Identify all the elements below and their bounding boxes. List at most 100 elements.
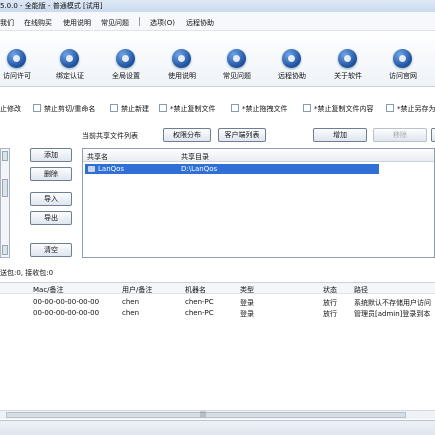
gear-icon bbox=[116, 49, 135, 68]
options-row: 止修改 禁止剪切/重命名 禁止新建 *禁止复制文件 *禁止拖拽文件 *禁止复制文… bbox=[0, 104, 435, 118]
status-bar bbox=[0, 420, 435, 435]
log-status: 放行 bbox=[323, 299, 337, 307]
menu-faq[interactable]: 常见问题 bbox=[101, 18, 129, 28]
option-no-copy-file[interactable]: *禁止复制文件 bbox=[159, 104, 216, 114]
folder-icon bbox=[88, 166, 95, 172]
log-type: 登录 bbox=[240, 310, 254, 318]
toolbar-about[interactable]: 关于软件 bbox=[323, 49, 373, 83]
toolbar-remote-assist[interactable]: 远程协助 bbox=[267, 49, 317, 83]
clear-button[interactable]: 清空 bbox=[30, 243, 72, 257]
log-header: Mac/备注 用户/备注 机器名 类型 状态 路径 bbox=[0, 283, 435, 294]
export-button[interactable]: 导出 bbox=[30, 211, 72, 225]
column-machine[interactable]: 机器名 bbox=[185, 285, 206, 295]
permission-distribution-button[interactable]: 权限分布 bbox=[163, 128, 211, 142]
column-type[interactable]: 类型 bbox=[240, 285, 254, 295]
option-label: 禁止新建 bbox=[121, 105, 149, 113]
menu-instructions[interactable]: 使用说明 bbox=[63, 18, 91, 28]
checkbox[interactable] bbox=[159, 104, 167, 112]
key-icon bbox=[7, 49, 26, 68]
option-label: *禁止复制文件内容 bbox=[314, 105, 374, 113]
log-machine: chen-PC bbox=[185, 298, 214, 306]
remote-icon bbox=[282, 49, 301, 68]
menu-buy-online[interactable]: 在线购买 bbox=[24, 18, 52, 28]
column-share-name[interactable]: 共享名 bbox=[87, 152, 108, 162]
log-row[interactable]: 00-00-00-00-00-00 chen chen-PC 登录 放行 管理员… bbox=[0, 308, 435, 318]
scroll-grip: ||| bbox=[200, 411, 207, 418]
toolbar-access-permission[interactable]: 访问许可 bbox=[0, 49, 42, 83]
window-title: 5.0.0 - 全能版 - 普通模式 [试用] bbox=[0, 2, 103, 10]
user-list-pane[interactable] bbox=[0, 148, 10, 258]
client-list-button[interactable]: 客户端列表 bbox=[218, 128, 266, 142]
menu-about-us[interactable]: 我们 bbox=[0, 18, 14, 28]
option-no-modify[interactable]: 止修改 bbox=[0, 104, 21, 114]
share-list-label: 当前共享文件列表 bbox=[82, 132, 138, 140]
menu-separator bbox=[139, 17, 140, 26]
access-log-list[interactable]: Mac/备注 用户/备注 机器名 类型 状态 路径 00-00-00-00-00… bbox=[0, 282, 435, 420]
log-row[interactable]: 00-00-00-00-00-00 chen chen-PC 登录 放行 系统默… bbox=[0, 297, 435, 307]
checkbox[interactable] bbox=[110, 104, 118, 112]
option-no-copy-content[interactable]: *禁止复制文件内容 bbox=[303, 104, 374, 114]
scroll-down-arrow[interactable] bbox=[2, 245, 8, 255]
book-icon bbox=[172, 49, 191, 68]
log-path: 系统默认不存储用户访问 bbox=[354, 299, 431, 307]
toolbar-label: 远程协助 bbox=[278, 72, 306, 80]
info-icon bbox=[338, 49, 357, 68]
toolbar-instructions[interactable]: 使用说明 bbox=[157, 49, 207, 83]
remove-share-button[interactable]: 移除 bbox=[373, 128, 427, 142]
log-horizontal-scrollbar[interactable]: ||| bbox=[0, 410, 435, 419]
menu-options[interactable]: 选项(O) bbox=[150, 18, 175, 28]
log-user: chen bbox=[122, 309, 140, 317]
share-row[interactable]: LanQos D:\LanQos bbox=[85, 164, 379, 174]
option-label: *禁止拖拽文件 bbox=[242, 105, 288, 113]
checkbox[interactable] bbox=[231, 104, 239, 112]
toolbar: 访问许可 绑定认证 全局设置 使用说明 常见问题 远程协助 关于软件 访问官网 bbox=[0, 31, 435, 87]
option-label: *禁止另存为 bbox=[397, 105, 435, 113]
column-mac[interactable]: Mac/备注 bbox=[33, 285, 64, 295]
add-share-button[interactable]: 增加 bbox=[313, 128, 367, 142]
share-list-header: 共享名 共享目录 bbox=[83, 149, 434, 162]
title-bar: 5.0.0 - 全能版 - 普通模式 [试用] bbox=[0, 0, 435, 12]
option-label: 禁止剪切/重命名 bbox=[44, 105, 96, 113]
column-status[interactable]: 状态 bbox=[323, 285, 337, 295]
log-type: 登录 bbox=[240, 299, 254, 307]
toolbar-label: 全局设置 bbox=[112, 72, 140, 80]
checkbox[interactable] bbox=[303, 104, 311, 112]
share-dir-cell: D:\LanQos bbox=[181, 165, 218, 173]
checkbox[interactable] bbox=[33, 104, 41, 112]
import-button[interactable]: 导入 bbox=[30, 192, 72, 206]
toolbar-faq[interactable]: 常见问题 bbox=[212, 49, 262, 83]
packet-stats: 送包:0, 接收包:0 bbox=[0, 269, 54, 277]
log-machine: chen-PC bbox=[185, 309, 214, 317]
column-share-dir[interactable]: 共享目录 bbox=[181, 152, 209, 162]
option-no-create[interactable]: 禁止新建 bbox=[110, 104, 149, 114]
scroll-thumb[interactable] bbox=[2, 179, 8, 197]
extra-button[interactable] bbox=[431, 128, 435, 142]
log-mac: 00-00-00-00-00-00 bbox=[33, 298, 100, 306]
option-no-drag-file[interactable]: *禁止拖拽文件 bbox=[231, 104, 288, 114]
add-button[interactable]: 添加 bbox=[30, 148, 72, 162]
option-no-cut-rename[interactable]: 禁止剪切/重命名 bbox=[33, 104, 95, 114]
toolbar-binding-auth[interactable]: 绑定认证 bbox=[45, 49, 95, 83]
certificate-icon bbox=[60, 49, 79, 68]
toolbar-label: 绑定认证 bbox=[56, 72, 84, 80]
scroll-up-arrow[interactable] bbox=[2, 151, 8, 161]
log-status: 放行 bbox=[323, 310, 337, 318]
toolbar-global-settings[interactable]: 全局设置 bbox=[101, 49, 151, 83]
share-name-cell: LanQos bbox=[98, 165, 125, 173]
delete-button[interactable]: 删除 bbox=[30, 167, 72, 181]
menu-bar: 我们 在线购买 使用说明 常见问题 选项(O) 远程协助 bbox=[0, 12, 435, 31]
share-list[interactable]: 共享名 共享目录 LanQos D:\LanQos bbox=[82, 148, 435, 258]
toolbar-label: 使用说明 bbox=[168, 72, 196, 80]
toolbar-label: 访问官网 bbox=[389, 72, 417, 80]
option-no-save-as[interactable]: *禁止另存为 bbox=[386, 104, 435, 114]
checkbox[interactable] bbox=[386, 104, 394, 112]
globe-icon bbox=[393, 49, 412, 68]
menu-remote-assist[interactable]: 远程协助 bbox=[186, 18, 214, 28]
column-user[interactable]: 用户/备注 bbox=[122, 285, 152, 295]
log-user: chen bbox=[122, 298, 140, 306]
toolbar-label: 关于软件 bbox=[334, 72, 362, 80]
toolbar-website[interactable]: 访问官网 bbox=[378, 49, 428, 83]
toolbar-label: 常见问题 bbox=[223, 72, 251, 80]
column-path[interactable]: 路径 bbox=[354, 285, 368, 295]
option-label: 止修改 bbox=[0, 105, 21, 113]
